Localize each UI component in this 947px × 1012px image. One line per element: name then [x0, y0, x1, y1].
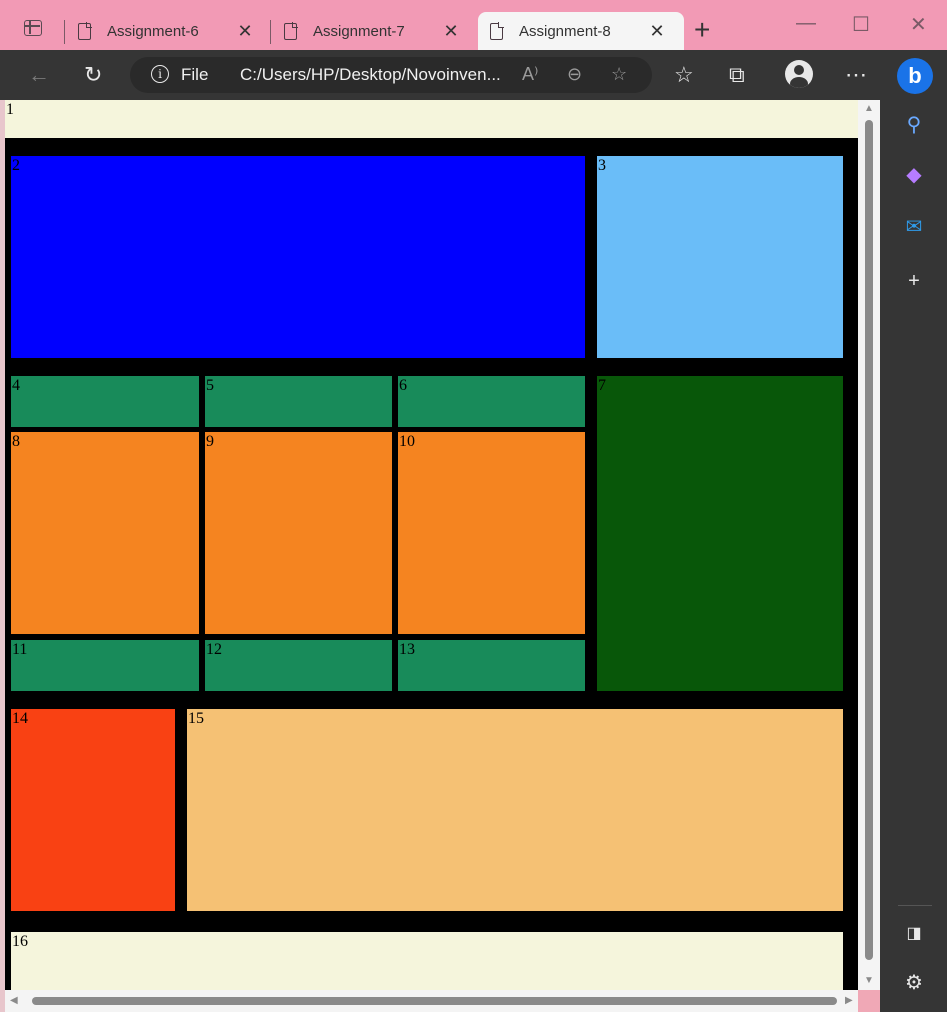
tab-assignment-7[interactable]: Assignment-7 ✕	[272, 12, 476, 50]
grid-box-11: 11	[11, 640, 199, 691]
read-aloud-icon[interactable]: A⁾	[522, 64, 538, 85]
scroll-up-arrow-icon[interactable]: ▲	[864, 103, 874, 114]
tab-assignment-8[interactable]: Assignment-8 ✕	[478, 12, 684, 50]
grid-box-7: 7	[597, 376, 843, 691]
tab-close-icon[interactable]: ✕	[441, 21, 461, 42]
grid-box-14: 14	[11, 709, 175, 911]
address-bar[interactable]: i File C:/Users/HP/Desktop/Novoinven... …	[130, 57, 652, 93]
horizontal-scroll-thumb[interactable]	[32, 997, 837, 1005]
grid-box-4: 4	[11, 376, 199, 427]
copilot-icon[interactable]: ◆	[902, 163, 926, 187]
tab-close-icon[interactable]: ✕	[235, 21, 255, 42]
info-icon[interactable]: i	[151, 65, 169, 83]
scroll-down-arrow-icon[interactable]: ▼	[864, 975, 874, 986]
horizontal-scrollbar[interactable]: ◀ ▶	[5, 990, 858, 1012]
zoom-out-icon[interactable]: ⊖	[567, 64, 582, 85]
document-icon	[284, 22, 298, 40]
close-window-button[interactable]: ✕	[910, 12, 927, 37]
favorites-icon[interactable]: ☆	[674, 62, 694, 88]
minimize-button[interactable]: —	[796, 12, 816, 35]
more-icon[interactable]: ⋯	[845, 62, 867, 88]
refresh-icon[interactable]: ↻	[84, 62, 102, 88]
tab-separator	[270, 20, 271, 44]
grid-box-3: 3	[597, 156, 843, 358]
grid-box-10: 10	[398, 432, 585, 634]
document-icon	[78, 22, 92, 40]
grid-box-13: 13	[398, 640, 585, 691]
tab-assignment-6[interactable]: Assignment-6 ✕	[66, 12, 270, 50]
grid-box-9: 9	[205, 432, 392, 634]
sidebar-panel-icon[interactable]: ◨	[902, 922, 926, 946]
outlook-icon[interactable]: ✉	[902, 215, 926, 239]
settings-icon[interactable]: ⚙	[902, 971, 926, 995]
grid-box-5: 5	[205, 376, 392, 427]
grid-box-15: 15	[187, 709, 843, 911]
tab-separator	[64, 20, 65, 44]
sidebar-divider	[898, 905, 932, 906]
new-tab-button[interactable]: +	[694, 16, 710, 44]
back-arrow-icon[interactable]: ←	[28, 62, 50, 88]
edge-sidebar: b ⚲ ◆ ✉ + ◨ ⚙	[880, 50, 947, 1012]
grid-box-8: 8	[11, 432, 199, 634]
tab-label: Assignment-8	[519, 22, 611, 40]
grid-box-12: 12	[205, 640, 392, 691]
maximize-button[interactable]: ☐	[852, 12, 870, 37]
collections-icon[interactable]: ⧉	[729, 62, 745, 88]
scroll-left-arrow-icon[interactable]: ◀	[10, 995, 18, 1006]
add-favorite-icon[interactable]: ☆	[611, 64, 627, 85]
browser-toolbar: ← ↻ i File C:/Users/HP/Desktop/Novoinven…	[0, 50, 947, 100]
profile-icon[interactable]	[785, 60, 813, 88]
tab-close-icon[interactable]: ✕	[647, 21, 667, 42]
vertical-scrollbar[interactable]: ▲ ▼	[858, 100, 880, 990]
scroll-right-arrow-icon[interactable]: ▶	[845, 995, 853, 1006]
bing-icon[interactable]: b	[897, 58, 933, 94]
grid-box-6: 6	[398, 376, 585, 427]
page-viewport: 1 2 3 4 5 6 7 8 9 10 11 12 13 14 15 16	[5, 100, 858, 990]
grid-box-1: 1	[5, 100, 858, 138]
url-text[interactable]: C:/Users/HP/Desktop/Novoinven...	[240, 65, 501, 85]
tab-label: Assignment-6	[107, 22, 199, 40]
add-icon[interactable]: +	[902, 269, 926, 293]
vertical-scroll-thumb[interactable]	[865, 120, 873, 960]
url-scheme: File	[181, 65, 209, 84]
tab-actions-icon[interactable]	[24, 20, 42, 36]
tab-strip: Assignment-6 ✕ Assignment-7 ✕ Assignment…	[0, 0, 947, 50]
grid-box-2: 2	[11, 156, 585, 358]
grid-box-16: 16	[11, 932, 843, 990]
document-icon	[490, 22, 504, 40]
tab-label: Assignment-7	[313, 22, 405, 40]
search-icon[interactable]: ⚲	[902, 113, 926, 137]
